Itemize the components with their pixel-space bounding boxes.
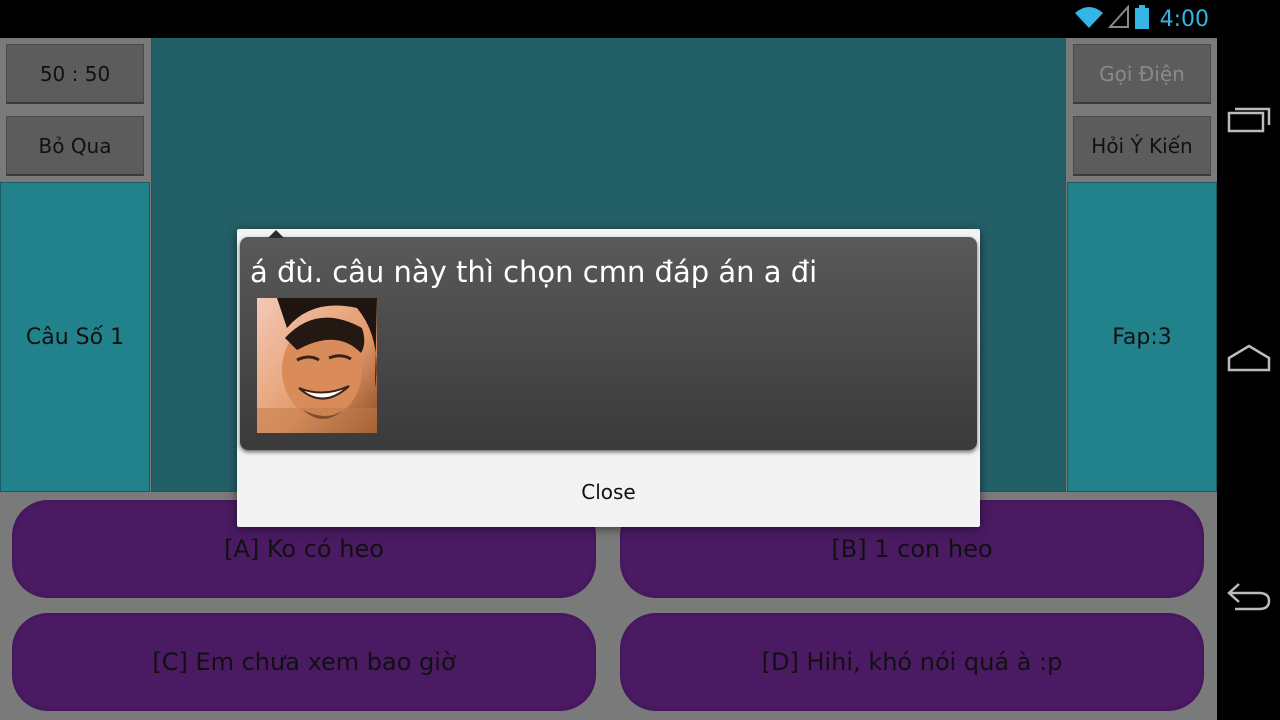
back-button[interactable] xyxy=(1225,578,1273,618)
call-button[interactable]: Gọi Điện xyxy=(1073,44,1211,104)
answer-c-button[interactable]: [C] Em chưa xem bao giờ xyxy=(12,613,596,711)
hint-message-box: á đù. câu này thì chọn cmn đáp án a đi xyxy=(240,230,977,450)
clock: 4:00 xyxy=(1159,6,1209,32)
close-button[interactable]: Close xyxy=(237,456,980,527)
skip-button[interactable]: Bỏ Qua xyxy=(6,116,144,176)
fifty-fifty-button[interactable]: 50 : 50 xyxy=(6,44,144,104)
recent-apps-icon xyxy=(1227,103,1271,137)
fap-panel: Fap:3 xyxy=(1067,182,1217,492)
advisor-photo xyxy=(257,298,377,433)
pointer-arrow xyxy=(268,230,284,238)
home-button[interactable] xyxy=(1225,340,1273,380)
cell-signal-icon xyxy=(1107,4,1130,33)
recent-apps-button[interactable] xyxy=(1225,100,1273,140)
battery-icon xyxy=(1134,4,1150,34)
status-icons: 4:00 xyxy=(1074,0,1209,38)
question-number-panel: Câu Số 1 xyxy=(0,182,150,492)
status-bar: 4:00 xyxy=(0,0,1217,38)
wifi-icon xyxy=(1074,5,1104,33)
question-number-label: Câu Số 1 xyxy=(25,324,125,350)
hint-dialog: á đù. câu này thì chọn cmn đáp án a đi C… xyxy=(237,229,980,527)
ask-opinion-button[interactable]: Hỏi Ý Kiến xyxy=(1073,116,1211,176)
fap-label: Fap:3 xyxy=(1112,324,1172,350)
back-icon xyxy=(1225,580,1273,616)
hint-message: á đù. câu này thì chọn cmn đáp án a đi xyxy=(250,255,818,289)
answer-d-button[interactable]: [D] Hihi, khó nói quá à :p xyxy=(620,613,1204,711)
home-icon xyxy=(1227,344,1271,376)
navigation-bar xyxy=(1217,0,1280,720)
